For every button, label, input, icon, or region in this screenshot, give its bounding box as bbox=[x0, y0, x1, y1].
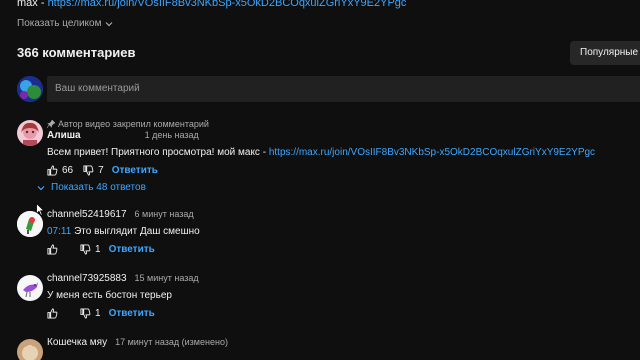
show-full-button[interactable]: Показать целиком bbox=[17, 18, 113, 29]
reply-button[interactable]: Ответить bbox=[112, 165, 158, 176]
chevron-down-icon bbox=[37, 184, 45, 192]
comment-actions: 66 7 Ответить bbox=[47, 163, 617, 177]
comment-actions: 1 Ответить bbox=[47, 306, 617, 320]
comment-author[interactable]: channel73925883 bbox=[47, 273, 127, 284]
comment-body: channel73925883 15 минут назад У меня ес… bbox=[47, 273, 617, 320]
comment-text: У меня есть бостон терьер bbox=[47, 290, 172, 301]
sort-button[interactable]: Популярные bbox=[570, 41, 640, 65]
dislike-button[interactable]: 1 bbox=[80, 244, 101, 255]
pin-icon bbox=[47, 120, 55, 128]
comment-time[interactable]: 6 минут назад bbox=[135, 209, 194, 219]
comment-author[interactable]: channel52419617 bbox=[47, 209, 127, 220]
comment-body: Кошечка мяу 17 минут назад (изменено) bbox=[47, 337, 617, 351]
video-timestamp-link[interactable]: 07:11 bbox=[47, 226, 71, 237]
comment-text: Всем привет! Приятного просмотра! мой ма… bbox=[47, 147, 617, 158]
comment-author[interactable]: Алиша bbox=[47, 130, 81, 141]
avatar[interactable] bbox=[17, 275, 43, 301]
avatar[interactable] bbox=[17, 120, 43, 146]
avatar bbox=[17, 76, 43, 102]
like-button[interactable]: 66 bbox=[47, 165, 73, 176]
comments-count: 366 комментариев bbox=[17, 45, 136, 60]
comment-link[interactable]: https://max.ru/join/VOsIIF8Bv3NKbSp-x5Ok… bbox=[269, 147, 595, 158]
comment-text: 07:11 Это выглядит Даш смешно bbox=[47, 226, 617, 237]
comment-time[interactable]: 17 минут назад (изменено) bbox=[115, 337, 228, 347]
comment-time[interactable]: 1 день назад bbox=[145, 130, 199, 140]
dislike-count: 1 bbox=[95, 307, 101, 319]
pinned-text: Автор видео закрепил комментарий bbox=[58, 119, 209, 129]
reply-button[interactable]: Ответить bbox=[109, 308, 155, 319]
thumbs-up-icon bbox=[47, 243, 58, 255]
pinned-label: Автор видео закрепил комментарий bbox=[47, 118, 617, 130]
new-comment-box: Ваш комментарий bbox=[17, 76, 640, 102]
video-description-tail: max - https://max.ru/join/VOsIIF8Bv3NKbS… bbox=[17, 0, 406, 9]
comment-header: Кошечка мяу 17 минут назад (изменено) bbox=[47, 337, 617, 351]
comment-author[interactable]: Кошечка мяу bbox=[47, 337, 107, 348]
comment-input[interactable]: Ваш комментарий bbox=[47, 76, 640, 102]
dislike-count: 1 bbox=[95, 243, 101, 255]
avatar[interactable] bbox=[17, 339, 43, 360]
show-replies-button[interactable]: Показать 48 ответов bbox=[37, 182, 146, 193]
like-count: 66 bbox=[62, 164, 74, 176]
comment-actions: 1 Ответить bbox=[47, 242, 617, 256]
description-prefix: max - bbox=[17, 0, 48, 9]
thumbs-down-icon bbox=[80, 243, 91, 255]
show-replies-label: Показать 48 ответов bbox=[51, 182, 146, 193]
comment-header: channel73925883 15 минут назад bbox=[47, 273, 617, 287]
avatar[interactable] bbox=[17, 211, 43, 237]
thumbs-down-icon bbox=[83, 164, 94, 176]
comment-body: Автор видео закрепил комментарий Алиша 1… bbox=[47, 118, 617, 177]
comment-time[interactable]: 15 минут назад bbox=[135, 273, 199, 283]
comment-header: Алиша 1 день назад bbox=[47, 130, 617, 144]
comment-header: channel52419617 6 минут назад bbox=[47, 209, 617, 223]
chevron-down-icon bbox=[105, 20, 113, 28]
like-button[interactable] bbox=[47, 307, 62, 319]
dislike-button[interactable]: 7 bbox=[83, 165, 104, 176]
comment-body: channel52419617 6 минут назад 07:11 Это … bbox=[47, 209, 617, 256]
description-link[interactable]: https://max.ru/join/VOsIIF8Bv3NKbSp-x5Ok… bbox=[48, 0, 407, 9]
comment-text-body: Это выглядит Даш смешно bbox=[71, 226, 200, 237]
dislike-button[interactable]: 1 bbox=[80, 308, 101, 319]
like-button[interactable] bbox=[47, 243, 62, 255]
thumbs-down-icon bbox=[80, 307, 91, 319]
comment-text-body: Всем привет! Приятного просмотра! мой ма… bbox=[47, 147, 269, 158]
thumbs-up-icon bbox=[47, 307, 58, 319]
thumbs-up-icon bbox=[47, 164, 58, 176]
dislike-count: 7 bbox=[98, 164, 104, 176]
reply-button[interactable]: Ответить bbox=[109, 244, 155, 255]
show-full-label: Показать целиком bbox=[17, 18, 102, 29]
